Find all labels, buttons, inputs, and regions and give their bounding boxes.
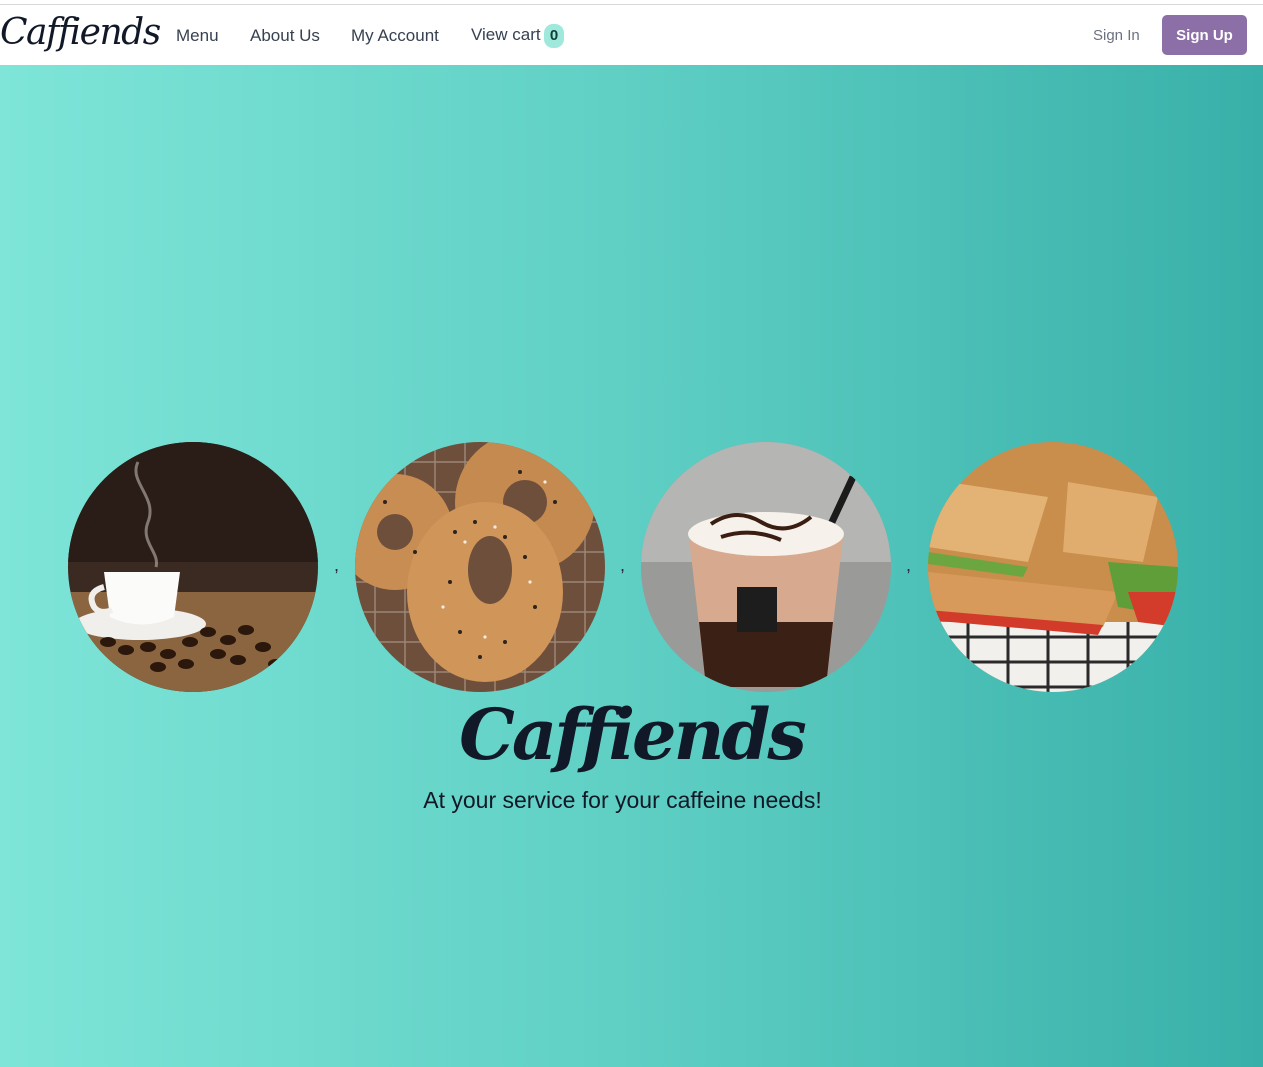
- hero-tagline: At your service for your caffeine needs!: [423, 787, 822, 813]
- logo[interactable]: Caffiends: [0, 11, 161, 55]
- bagel-image: [355, 442, 605, 692]
- image-separator: ,: [334, 555, 340, 575]
- sign-in-link[interactable]: Sign In: [1093, 27, 1140, 44]
- cart-count-badge: 0: [544, 24, 564, 48]
- nav-about-link[interactable]: About Us: [250, 25, 320, 47]
- nav-account-link[interactable]: My Account: [351, 25, 439, 47]
- image-separator: ,: [620, 555, 626, 575]
- coffee-cup-image: [68, 442, 318, 692]
- nav-menu-link[interactable]: Menu: [176, 25, 219, 47]
- image-separator: ,: [906, 555, 912, 575]
- iced-mocha-image: [641, 442, 891, 692]
- sign-up-button[interactable]: Sign Up: [1162, 15, 1247, 55]
- navbar: Caffiends Menu About Us My Account View …: [0, 5, 1263, 65]
- sandwich-image: [928, 442, 1178, 692]
- nav-cart-link[interactable]: View cart: [471, 24, 541, 46]
- hero-title: Caffiends: [459, 693, 807, 776]
- hero-section: , , , Caffiends At your service for your…: [0, 65, 1263, 1067]
